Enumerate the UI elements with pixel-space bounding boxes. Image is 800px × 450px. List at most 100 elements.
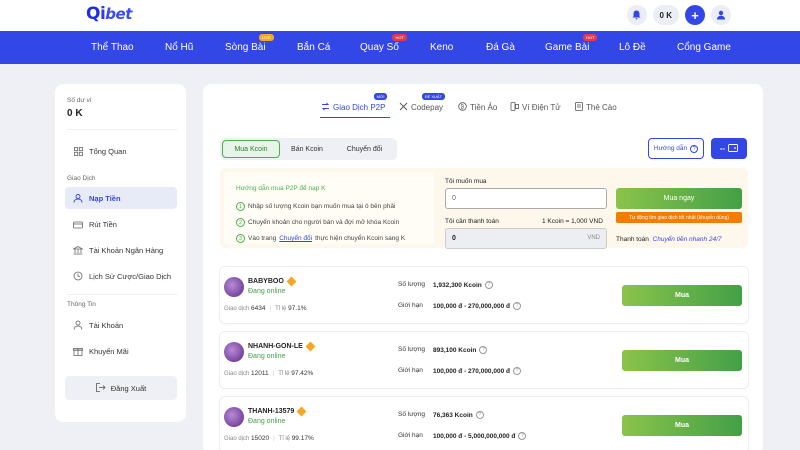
coin-icon: ₿	[458, 102, 467, 113]
buy-guide: Hướng dẫn mua P2P để nạp K 1 Nhập số lượ…	[224, 172, 434, 244]
seller-avatar	[224, 407, 244, 427]
sidebar-item-deposit[interactable]: Nạp Tiền	[65, 187, 177, 209]
seller-name: NHANH-GON-LE	[248, 341, 316, 352]
quantity-label: Số lượng	[398, 281, 426, 288]
quantity-label: Số lượng	[398, 346, 426, 353]
brand-logo[interactable]: Qibet	[86, 4, 132, 24]
nav-no-hu[interactable]: Nổ Hũ	[165, 42, 193, 53]
info-icon[interactable]: ?	[512, 302, 521, 310]
convert-link[interactable]: Chuyển đổi	[279, 235, 312, 242]
payment-method-tabs: Giao Dịch P2P MỚI Codepay ĐỀ XUẤT ₿ Tiền…	[203, 93, 763, 115]
sell-kcoin-tab[interactable]: Bán Kcoin	[280, 140, 334, 158]
tab-ewallet[interactable]: Ví Điện Tử	[510, 102, 561, 113]
logout-icon	[95, 382, 106, 394]
sidebar-item-withdraw[interactable]: Rút Tiền	[65, 213, 177, 235]
seller-stats: Giao dịch 12011 | Tỉ lệ 97.42%	[224, 370, 314, 377]
deposit-icon	[73, 193, 83, 203]
sidebar-item-history[interactable]: Lịch Sử Cược/Giao Dịch	[65, 265, 177, 287]
step-number: 1	[236, 202, 245, 211]
withdraw-icon	[73, 219, 83, 229]
wallet-icon	[510, 102, 519, 113]
sidebar-item-label: Nạp Tiền	[89, 193, 121, 203]
nav-keno[interactable]: Keno	[430, 42, 453, 53]
tab-p2p[interactable]: Giao Dịch P2P MỚI	[321, 93, 388, 113]
tab-card[interactable]: Thẻ Cào	[575, 102, 617, 113]
info-icon[interactable]: ?	[484, 281, 493, 289]
limit-label: Giới hạn	[398, 432, 423, 439]
sidebar-item-account[interactable]: Tài Khoản	[65, 314, 177, 336]
tab-label: Tiền Ảo	[470, 103, 498, 112]
limit-label: Giới hạn	[398, 367, 423, 374]
info-icon[interactable]: ?	[479, 346, 488, 354]
nav-da-ga[interactable]: Đá Gà	[486, 42, 515, 53]
sidebar-item-label: Khuyến Mãi	[89, 346, 129, 356]
quantity-value: 1,932,300 Kcoin?	[433, 281, 493, 289]
step-text: thực hiện chuyển Kcoin sang K	[315, 235, 406, 242]
buy-button[interactable]: Mua	[622, 285, 742, 306]
wallet-toggle-button[interactable]: --	[711, 138, 747, 159]
seller-stats: Giao dịch 6434 | Tỉ lệ 97.1%	[224, 305, 307, 312]
header-balance[interactable]: 0 K	[652, 5, 679, 25]
add-funds-button[interactable]: +	[685, 5, 705, 25]
logout-button[interactable]: Đăng Xuất	[65, 376, 177, 400]
seller-name: BABYBOO	[248, 276, 297, 287]
sidebar-item-bank-account[interactable]: Tài Khoản Ngân Hàng	[65, 239, 177, 261]
info-icon[interactable]: ?	[512, 367, 521, 375]
limit-value: 100,000 đ - 5,000,000,000 đ?	[433, 432, 527, 440]
section-transactions: Giao Dịch	[67, 175, 96, 182]
hot-badge: HOT	[392, 34, 407, 41]
quantity-value: 76,363 Kcoin?	[433, 411, 484, 419]
quantity-label: Số lượng	[398, 411, 426, 418]
step-number: 2	[236, 218, 245, 227]
user-icon	[73, 320, 83, 330]
buy-kcoin-panel: Hướng dẫn mua P2P để nạp K 1 Nhập số lượ…	[220, 168, 748, 249]
info-icon[interactable]: ?	[518, 432, 527, 440]
card-icon	[575, 102, 583, 113]
sidebar-item-overview[interactable]: Tổng Quan	[65, 140, 177, 162]
info-icon[interactable]: ?	[475, 411, 484, 419]
buy-button[interactable]: Mua	[622, 350, 742, 371]
payment-label: Thanh toán	[616, 236, 649, 243]
online-status: Đang online	[248, 353, 286, 360]
buy-amount-input[interactable]: 0	[445, 188, 607, 209]
nav-ban-ca[interactable]: Bắn Cá	[297, 42, 330, 53]
nav-lo-de[interactable]: Lô Đề	[619, 42, 646, 53]
tab-crypto[interactable]: ₿ Tiền Ảo	[458, 102, 497, 113]
guide-button[interactable]: Hướng dẫn ?	[648, 138, 704, 159]
sidebar-item-label: Tài Khoản Ngân Hàng	[89, 245, 164, 255]
sidebar-item-label: Tài Khoản	[89, 320, 124, 330]
tab-label: Codepay	[411, 103, 444, 112]
help-icon: ?	[690, 144, 699, 153]
online-status: Đang online	[248, 418, 286, 425]
guide-step: 3 Vào trang Chuyển đổi thực hiện chuyển …	[236, 234, 405, 243]
seller-avatar	[224, 277, 244, 297]
notification-bell-icon[interactable]	[626, 5, 647, 25]
guide-button-label: Hướng dẫn	[653, 145, 688, 152]
logout-label: Đăng Xuất	[110, 383, 147, 393]
account-sidebar: Số dư ví 0 K Tổng Quan Giao Dịch Nạp Tiề…	[55, 84, 186, 422]
divider	[67, 129, 177, 130]
nav-song-bai[interactable]: Sòng Bài LIVE	[225, 34, 274, 53]
sidebar-item-label: Rút Tiền	[89, 219, 117, 229]
buy-button[interactable]: Mua	[622, 415, 742, 436]
seller-row: NHANH-GON-LE Đang online Giao dịch 12011…	[220, 332, 748, 388]
guide-step: 1 Nhập số lượng Kcoin bạn muốn mua tại ô…	[236, 202, 395, 211]
tab-codepay[interactable]: Codepay ĐỀ XUẤT	[399, 93, 446, 113]
user-avatar-icon[interactable]	[711, 5, 731, 25]
sidebar-item-promotions[interactable]: Khuyến Mãi	[65, 340, 177, 362]
buy-kcoin-tab[interactable]: Mua Kcoin	[222, 140, 280, 158]
convert-tab[interactable]: Chuyển đổi	[334, 140, 395, 158]
nav-quay-so[interactable]: Quay Số HOT	[360, 34, 407, 53]
nav-cong-game[interactable]: Cổng Game	[677, 42, 731, 53]
nav-the-thao[interactable]: Thể Thao	[91, 42, 134, 53]
tab-label: Thẻ Cào	[586, 103, 617, 112]
payment-method: Thanh toán Chuyển tiền nhanh 24/7	[616, 236, 722, 243]
history-icon	[73, 271, 83, 281]
wallet-button-label: --	[719, 144, 726, 153]
limit-label: Giới hạn	[398, 302, 423, 309]
buy-now-button[interactable]: Mua ngay	[616, 188, 742, 209]
limit-value: 100,000 đ - 270,000,000 đ?	[433, 302, 521, 310]
guide-step: 2 Chuyển khoản cho người bán và đợi mở k…	[236, 218, 399, 227]
step-text: Chuyển khoản cho người bán và đợi mở khó…	[248, 219, 400, 226]
nav-game-bai[interactable]: Game Bài HOT	[545, 34, 598, 53]
